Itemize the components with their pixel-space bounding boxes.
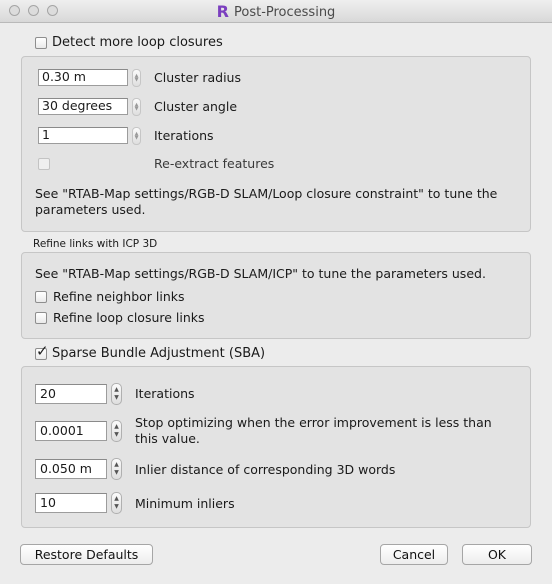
sba-epsilon-label: Stop optimizing when the error improveme… [135, 415, 492, 446]
loop-iterations-stepper[interactable]: ▲ ▼ [132, 127, 141, 145]
loop-closure-group: 0.30 m ▲ ▼ Cluster radius 30 degrees ▲ ▼ C… [21, 56, 531, 232]
sba-iterations-label: Iterations [135, 386, 195, 401]
sba-group: 20 ▲ ▼ Iterations 0.0001 ▲ ▼ Stop optimizi… [21, 366, 531, 528]
sba-epsilon-field[interactable]: 0.0001 [35, 421, 107, 441]
sba-epsilon-stepper[interactable]: ▲ ▼ [111, 420, 122, 442]
cluster-angle-label: Cluster angle [154, 99, 238, 114]
sba-label: Sparse Bundle Adjustment (SBA) [52, 346, 266, 361]
sba-checkbox[interactable]: ✓ [35, 344, 49, 360]
ok-button[interactable]: OK [462, 544, 532, 565]
app-icon: R [216, 2, 229, 21]
chevron-up-icon: ▲ [114, 423, 119, 430]
sba-min-inliers-label: Minimum inliers [135, 496, 235, 511]
refine-loop-closure-links-label: Refine loop closure links [53, 310, 205, 325]
refine-neighbor-links-label: Refine neighbor links [53, 289, 185, 304]
checkmark-icon: ✓ [36, 342, 49, 360]
chevron-down-icon: ▼ [134, 135, 139, 141]
sba-inlier-distance-field[interactable]: 0.050 m [35, 459, 107, 479]
cluster-radius-field[interactable]: 0.30 m [38, 69, 128, 86]
cancel-button[interactable]: Cancel [380, 544, 448, 565]
cluster-radius-label: Cluster radius [154, 70, 241, 85]
loop-iterations-field[interactable]: 1 [38, 127, 128, 144]
chevron-up-icon: ▲ [114, 461, 119, 468]
cluster-angle-stepper[interactable]: ▲ ▼ [132, 98, 141, 116]
icp-note: See "RTAB-Map settings/RGB-D SLAM/ICP" t… [35, 266, 486, 281]
sba-iterations-stepper[interactable]: ▲ ▼ [111, 383, 122, 405]
loop-iterations-label: Iterations [154, 128, 214, 143]
window-title: Post-Processing [234, 5, 336, 20]
chevron-down-icon: ▼ [114, 394, 119, 401]
chevron-down-icon: ▼ [114, 469, 119, 476]
detect-loop-closures-label: Detect more loop closures [52, 35, 223, 50]
sba-inlier-distance-label: Inlier distance of corresponding 3D word… [135, 462, 396, 477]
reextract-features-checkbox[interactable] [38, 158, 50, 170]
sba-inlier-distance-stepper[interactable]: ▲ ▼ [111, 458, 122, 480]
sba-iterations-field[interactable]: 20 [35, 384, 107, 404]
chevron-down-icon: ▼ [114, 503, 119, 510]
refine-loop-closure-links-checkbox[interactable] [35, 312, 47, 324]
chevron-down-icon: ▼ [114, 431, 119, 438]
chevron-down-icon: ▼ [134, 106, 139, 112]
icp-group: See "RTAB-Map settings/RGB-D SLAM/ICP" t… [21, 252, 531, 339]
refine-neighbor-links-checkbox[interactable] [35, 291, 47, 303]
cluster-angle-field[interactable]: 30 degrees [38, 98, 128, 115]
restore-defaults-button[interactable]: Restore Defaults [20, 544, 153, 565]
sba-min-inliers-field[interactable]: 10 [35, 493, 107, 513]
detect-loop-closures-checkbox[interactable] [35, 37, 47, 49]
title-bar: R Post-Processing [0, 0, 552, 23]
window-title-wrap: R Post-Processing [0, 2, 552, 21]
cluster-radius-stepper[interactable]: ▲ ▼ [132, 69, 141, 87]
reextract-features-label: Re-extract features [154, 156, 275, 171]
chevron-down-icon: ▼ [134, 77, 139, 83]
sba-min-inliers-stepper[interactable]: ▲ ▼ [111, 492, 122, 514]
icp-group-title: Refine links with ICP 3D [33, 238, 158, 250]
loop-closure-note: See "RTAB-Map settings/RGB-D SLAM/Loop c… [35, 186, 498, 217]
chevron-up-icon: ▲ [114, 386, 119, 393]
chevron-up-icon: ▲ [114, 495, 119, 502]
